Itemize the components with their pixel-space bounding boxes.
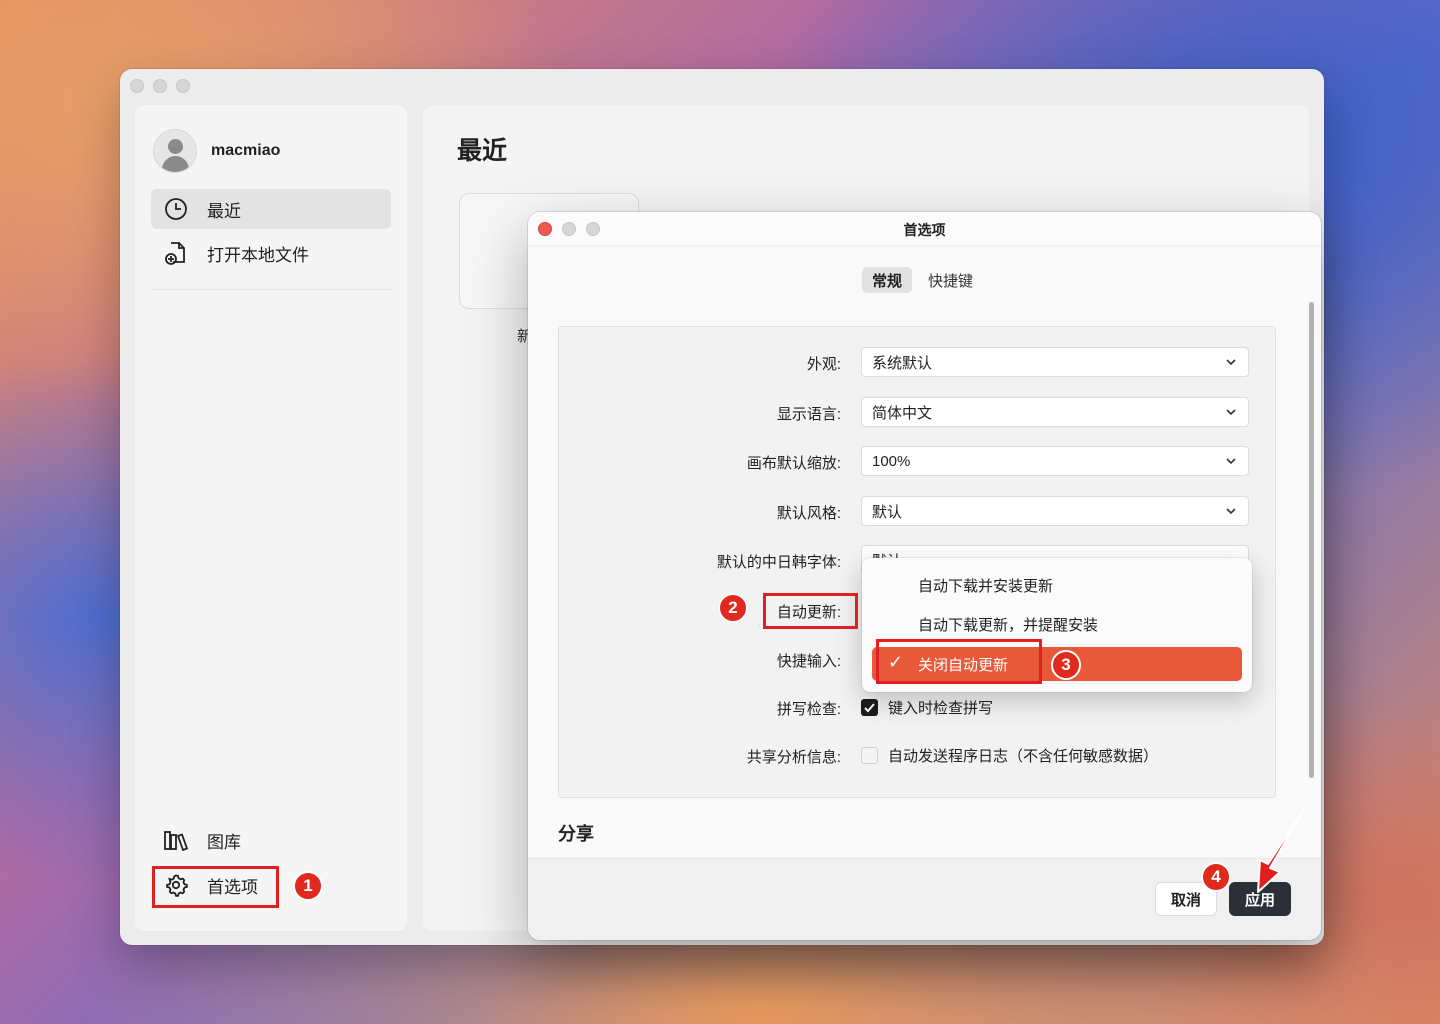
close-window-button[interactable]: [130, 79, 144, 93]
menu-item-auto-download-install[interactable]: 自动下载并安装更新: [872, 568, 1242, 602]
appearance-label: 外观:: [806, 356, 841, 373]
tab-shortcuts[interactable]: 快捷键: [918, 267, 983, 293]
menu-item-label: 关闭自动更新: [918, 656, 1009, 674]
chevron-down-icon: [1226, 458, 1236, 465]
sidebar-item-library[interactable]: 图库: [151, 820, 391, 860]
chevron-down-icon: [1226, 508, 1236, 515]
appearance-value: 系统默认: [872, 354, 933, 372]
default-style-value: 默认: [872, 503, 903, 521]
annotation-arrow-icon: [1257, 807, 1306, 893]
tab-general[interactable]: 常规: [862, 267, 913, 293]
sidebar-item-label: 最近: [207, 201, 241, 221]
sidebar-item-recent[interactable]: 最近: [151, 189, 391, 229]
display-language-select[interactable]: 简体中文: [861, 397, 1249, 427]
chevron-down-icon: [1226, 359, 1236, 366]
annotation-badge-3: 3: [1051, 650, 1081, 680]
gear-icon: [163, 872, 189, 898]
scrollbar[interactable]: [1309, 302, 1314, 778]
spell-check-text: 键入时检查拼写: [888, 700, 994, 717]
checkmark-icon: ✓: [888, 652, 904, 672]
annotation-badge-2: 2: [718, 593, 748, 623]
quick-input-label: 快捷输入:: [776, 653, 841, 670]
avatar: [153, 129, 197, 173]
share-analytics-checkbox[interactable]: [861, 747, 878, 764]
window-controls: [130, 79, 190, 93]
section-heading-share: 分享: [558, 824, 594, 844]
page-title: 最近: [457, 137, 508, 165]
sidebar-item-label: 首选项: [207, 877, 258, 897]
canvas-zoom-label: 画布默认缩放:: [746, 455, 841, 472]
sidebar: macmiao 最近 打开本地文件 图库 首选项: [135, 105, 407, 931]
default-style-select[interactable]: 默认: [861, 496, 1249, 526]
default-style-label: 默认风格:: [776, 505, 841, 522]
minimize-window-button[interactable]: [153, 79, 167, 93]
appearance-select[interactable]: 系统默认: [861, 347, 1249, 377]
user-profile[interactable]: macmiao: [153, 129, 280, 173]
dialog-title: 首选项: [903, 222, 946, 238]
share-analytics-option[interactable]: 自动发送程序日志（不含任何敏感数据）: [861, 745, 1158, 766]
annotation-badge-1: 1: [293, 871, 323, 901]
cjk-font-label: 默认的中日韩字体:: [716, 554, 841, 571]
display-language-value: 简体中文: [872, 404, 933, 422]
preferences-tabs: 常规 快捷键: [862, 267, 983, 293]
dialog-titlebar: 首选项: [528, 212, 1321, 246]
menu-item-auto-download-notify[interactable]: 自动下载更新，并提醒安装: [872, 607, 1242, 641]
zoom-window-button[interactable]: [176, 79, 190, 93]
chevron-down-icon: [1226, 409, 1236, 416]
file-plus-icon: [163, 240, 189, 266]
spell-check-label: 拼写检查:: [776, 701, 841, 718]
library-icon: [163, 827, 189, 853]
sidebar-item-open-local-file[interactable]: 打开本地文件: [151, 233, 391, 273]
sidebar-item-preferences[interactable]: 首选项: [151, 865, 391, 905]
share-analytics-label: 共享分析信息:: [746, 749, 841, 766]
share-analytics-text: 自动发送程序日志（不含任何敏感数据）: [888, 748, 1159, 765]
spell-check-option[interactable]: 键入时检查拼写: [861, 697, 993, 718]
menu-item-label: 自动下载并安装更新: [918, 577, 1054, 595]
auto-update-label: 自动更新:: [776, 604, 841, 621]
sidebar-divider: [151, 289, 391, 290]
spell-check-checkbox[interactable]: [861, 699, 878, 716]
display-language-label: 显示语言:: [776, 406, 841, 423]
username: macmiao: [211, 142, 281, 159]
canvas-zoom-value: 100%: [872, 452, 911, 470]
sidebar-item-label: 图库: [207, 832, 241, 852]
annotation-badge-4: 4: [1201, 862, 1231, 892]
sidebar-item-label: 打开本地文件: [207, 245, 309, 265]
menu-item-label: 自动下载更新，并提醒安装: [918, 616, 1099, 634]
canvas-zoom-select[interactable]: 100%: [861, 446, 1249, 476]
clock-icon: [163, 196, 189, 222]
